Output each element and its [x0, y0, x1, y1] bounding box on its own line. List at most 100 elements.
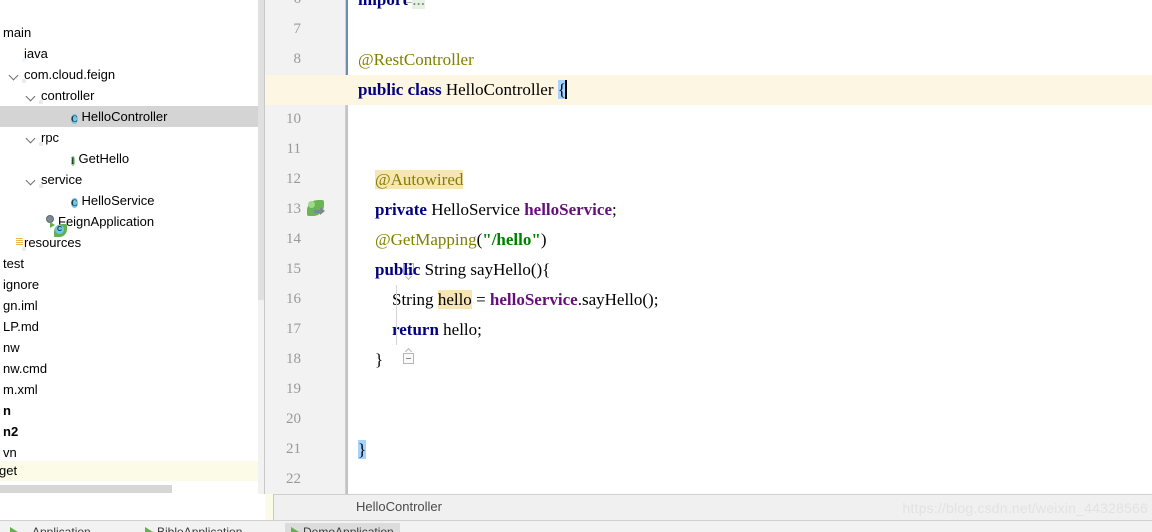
- code-line[interactable]: @RestController: [349, 45, 1152, 75]
- code-token: private: [375, 200, 432, 219]
- run-tab-1[interactable]: BibleApplication: [145, 523, 242, 532]
- code-line[interactable]: [349, 105, 1152, 135]
- code-line[interactable]: }: [349, 435, 1152, 465]
- tree-item-lp-md[interactable]: LP.md: [0, 316, 265, 337]
- tree-item-resources[interactable]: resources: [0, 232, 265, 253]
- line-number: 11: [286, 141, 301, 157]
- code-token: String sayHello(){: [424, 260, 551, 279]
- tree-item-label: n2: [3, 424, 19, 439]
- tree-item-label: n: [3, 403, 11, 418]
- code-token: hello;: [443, 320, 482, 339]
- code-line[interactable]: public class HelloController {: [349, 75, 1152, 105]
- tree-item-vn[interactable]: vn: [0, 442, 265, 463]
- spring-bean-autowired-icon[interactable]: [307, 200, 327, 220]
- tree-item-label: resources: [24, 235, 82, 250]
- code-token: }: [358, 350, 384, 369]
- code-line[interactable]: [349, 375, 1152, 405]
- code-token: ...: [412, 0, 426, 9]
- tree-item-gn-iml[interactable]: gn.iml: [0, 295, 265, 316]
- code-token: String: [392, 290, 438, 309]
- code-token: public class: [358, 80, 446, 99]
- chevron-down-icon[interactable]: [24, 169, 37, 190]
- tree-item-main[interactable]: main: [0, 22, 265, 43]
- tree-item-service[interactable]: service: [0, 169, 265, 190]
- tree-item-nw-cmd[interactable]: nw.cmd: [0, 358, 265, 379]
- code-line[interactable]: public String sayHello(){: [349, 255, 1152, 285]
- tree-item-ignore[interactable]: ignore: [0, 274, 265, 295]
- run-tab-2[interactable]: DemoApplication: [285, 523, 400, 532]
- code-line[interactable]: [349, 465, 1152, 494]
- code-line-text: public String sayHello(){: [358, 260, 550, 279]
- code-token: .sayHello();: [577, 290, 659, 309]
- sidebar-horizontal-scrollbar-thumb[interactable]: [0, 485, 172, 493]
- code-line[interactable]: private HelloService helloService;: [349, 195, 1152, 225]
- run-tab-0[interactable]: ...Application: [10, 523, 91, 532]
- tree-item-label: GetHello: [78, 151, 130, 166]
- tree-item-nw[interactable]: nw: [0, 337, 265, 358]
- line-number: 19: [286, 381, 301, 397]
- tree-item-gethello[interactable]: I GetHello: [0, 148, 265, 169]
- tree-item-label: service: [41, 172, 83, 187]
- chevron-down-icon[interactable]: [7, 64, 20, 85]
- tree-item-hellocontroller[interactable]: C HelloController: [0, 106, 265, 127]
- tree-item-rpc[interactable]: rpc: [0, 127, 265, 148]
- tree-item-test[interactable]: test: [0, 253, 265, 274]
- run-configuration-tab-strip[interactable]: ...Application BibleApplication DemoApplic…: [0, 520, 1152, 532]
- code-line[interactable]: String hello = helloService.sayHello();: [349, 285, 1152, 315]
- code-line-text: import ...: [358, 0, 426, 9]
- code-text-area[interactable]: import ... @RestController public class He…: [265, 0, 1152, 494]
- code-line[interactable]: @Autowired: [349, 165, 1152, 195]
- line-number: 16: [286, 291, 301, 307]
- project-tree-panel[interactable]: main java com.cloud.feign controller C HelloC…: [0, 0, 265, 494]
- code-editor[interactable]: 6789C10111213141516171819202122 import .…: [265, 0, 1152, 494]
- code-token: import: [358, 0, 412, 9]
- tree-item-helloservice[interactable]: C HelloService: [0, 190, 265, 211]
- breadcrumb-divider: [273, 494, 274, 520]
- code-line[interactable]: return hello;: [349, 315, 1152, 345]
- project-tree[interactable]: main java com.cloud.feign controller C HelloC…: [0, 22, 265, 463]
- line-number: 22: [286, 471, 301, 487]
- sidebar-horizontal-scrollbar[interactable]: [0, 484, 265, 494]
- tree-speed-search-text: get: [0, 463, 18, 478]
- code-line[interactable]: [349, 135, 1152, 165]
- tree-item-label: java: [24, 46, 48, 61]
- tree-item-label: vn: [3, 445, 17, 460]
- tree-item-n[interactable]: n: [0, 400, 265, 421]
- code-line[interactable]: import ...: [349, 0, 1152, 15]
- tree-item-com-cloud-feign[interactable]: com.cloud.feign: [0, 64, 265, 85]
- tree-item-label: rpc: [41, 130, 60, 145]
- watermark-text: https://blog.csdn.net/weixin_44328566: [902, 500, 1148, 516]
- tree-item-n2[interactable]: n2: [0, 421, 265, 442]
- tree-item-java[interactable]: java: [0, 43, 265, 64]
- code-line[interactable]: [349, 405, 1152, 435]
- code-token: helloService: [524, 200, 612, 219]
- code-token: helloService: [489, 290, 578, 309]
- code-line[interactable]: }: [349, 345, 1152, 375]
- tree-item-controller[interactable]: controller: [0, 85, 265, 106]
- code-line[interactable]: [349, 15, 1152, 45]
- tree-item-feignapplication[interactable]: C FeignApplication: [0, 211, 265, 237]
- chevron-down-icon[interactable]: [24, 127, 37, 148]
- breadcrumb[interactable]: HelloController: [356, 499, 442, 514]
- code-line[interactable]: @GetMapping("/hello"): [349, 225, 1152, 255]
- code-line-text: }: [358, 440, 367, 459]
- tree-item-label: LP.md: [3, 319, 39, 334]
- code-line-text: String hello = helloService.sayHello();: [358, 290, 658, 309]
- chevron-down-icon[interactable]: [24, 85, 37, 106]
- tree-item-m-xml[interactable]: m.xml: [0, 379, 265, 400]
- code-line-text: }: [358, 350, 383, 369]
